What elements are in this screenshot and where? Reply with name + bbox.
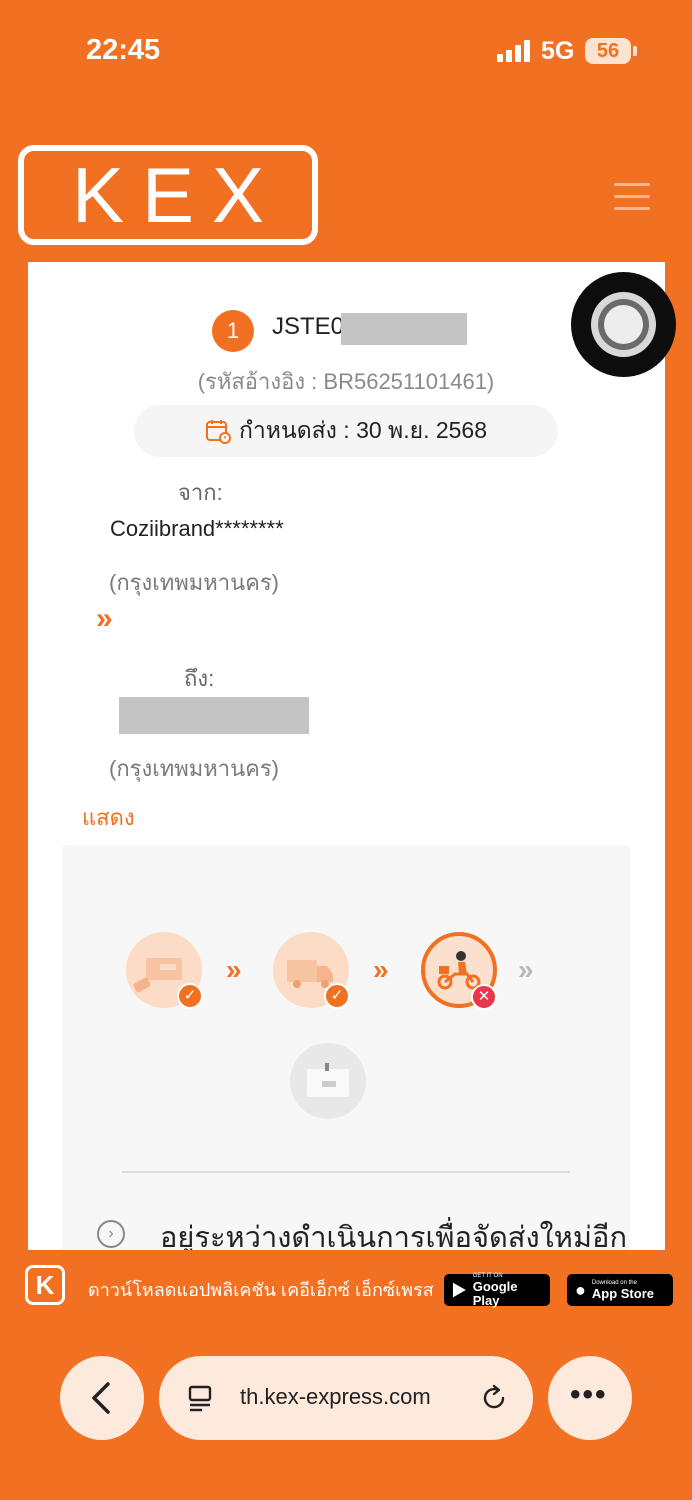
check-icon: ✓ (177, 983, 203, 1009)
apple-icon: ● (575, 1279, 586, 1300)
redacted-tracking (341, 313, 467, 345)
assistive-touch-button[interactable] (571, 272, 676, 377)
kex-logo[interactable]: KEX (18, 145, 318, 245)
delivered-box-icon (290, 1043, 366, 1119)
battery-icon: 56 (585, 38, 631, 64)
sender-name: Coziibrand******** (110, 516, 284, 541)
due-date-text: กำหนดส่ง : 30 พ.ย. 2568 (238, 417, 488, 443)
show-details-link[interactable]: แสดง (82, 800, 135, 835)
network-label: 5G (541, 37, 575, 65)
status-time: 22:45 (86, 34, 161, 66)
step-arrow-icon: » (518, 954, 534, 985)
calendar-icon (205, 420, 231, 444)
url-text: th.kex-express.com (240, 1384, 431, 1409)
apple-big-text: App Store (591, 1285, 654, 1301)
app-download-text: ดาวน์โหลดแอปพลิเคชัน เคอีเอ็กซ์ เอ็กซ์เพ… (88, 1280, 434, 1300)
sender-province: (กรุงเทพมหานคร) (109, 570, 279, 595)
chevron-left-icon (92, 1382, 110, 1414)
more-dots-icon: ••• (570, 1378, 608, 1411)
due-date-pill: กำหนดส่ง : 30 พ.ย. 2568 (134, 405, 558, 457)
step-arrow-icon: » (226, 954, 242, 985)
page-icon (188, 1385, 212, 1412)
to-label: ถึง: (184, 666, 215, 691)
google-big-text: Google Play (472, 1278, 518, 1308)
google-play-button[interactable]: GET IT ON Google Play (444, 1273, 550, 1308)
menu-icon[interactable] (614, 183, 650, 211)
redacted-receiver (119, 697, 309, 734)
step-arrow-icon: » (373, 954, 389, 985)
step-number-badge: 1 (212, 310, 254, 352)
kex-app-icon: K (25, 1265, 65, 1305)
receiver-province: (กรุงเทพมหานคร) (109, 756, 279, 781)
check-icon: ✓ (324, 983, 350, 1009)
double-chevron-icon: » (96, 602, 113, 635)
signal-icon (497, 40, 531, 62)
tracking-number: JSTE0 (272, 313, 345, 340)
divider (122, 1171, 570, 1173)
app-store-button[interactable]: ● Download on the App Store (567, 1274, 673, 1306)
back-button[interactable] (60, 1356, 144, 1440)
chevron-circle-icon[interactable]: › (97, 1220, 125, 1248)
battery-tip (633, 46, 637, 56)
reference-number: (รหัสอ้างอิง : BR56251101461) (197, 369, 495, 394)
google-play-icon (452, 1282, 466, 1298)
logo-text: KEX (71, 150, 283, 239)
failed-icon: ✕ (471, 984, 497, 1010)
from-label: จาก: (178, 480, 223, 505)
reload-icon[interactable] (479, 1383, 509, 1413)
status-bar: 22:45 5G 56 (0, 0, 692, 100)
